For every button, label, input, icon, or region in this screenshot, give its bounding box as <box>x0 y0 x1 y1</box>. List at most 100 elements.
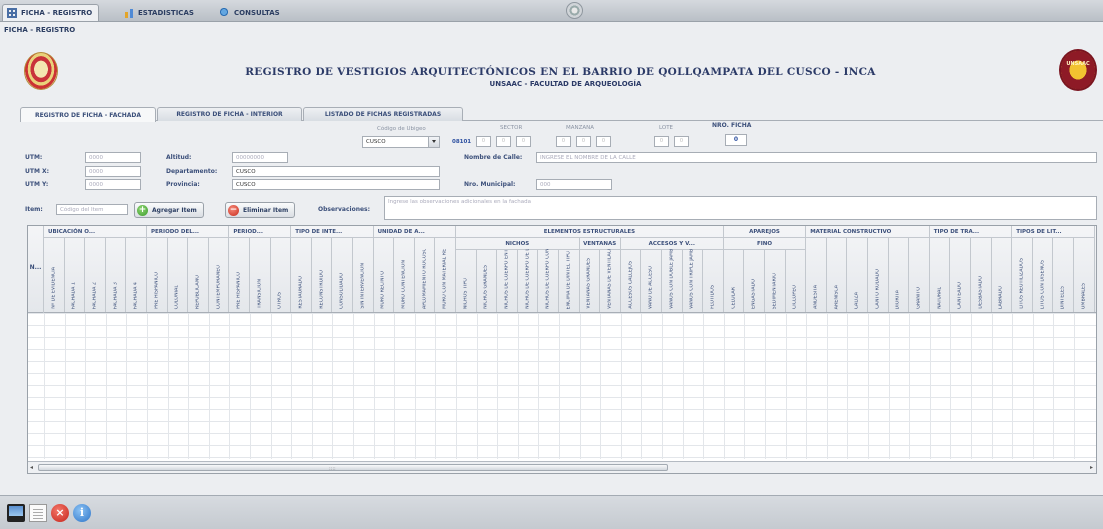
column-header[interactable]: ACCESOS CALLEJOS <box>621 250 642 312</box>
column-header[interactable]: FLOTIDOS <box>703 250 724 312</box>
column-header[interactable]: MURO CON MATERIAL REUTILIZADO <box>435 238 456 312</box>
scrollbar-thumb[interactable]: :::: <box>38 464 668 472</box>
column-header[interactable]: CELULAR <box>724 250 745 312</box>
column-header[interactable]: OTROS <box>271 238 292 312</box>
column-header[interactable]: VANO DE ACCESO <box>641 250 662 312</box>
column-header[interactable]: ENCIMA DE DINTEL TIPO <box>559 250 580 312</box>
sector-cell[interactable]: 0 <box>476 136 491 147</box>
top-tab-bar: FICHA - REGISTRO ESTADISTICAS CONSULTAS <box>0 0 1103 22</box>
tab-consultas[interactable]: CONSULTAS <box>216 4 286 21</box>
column-header[interactable]: MURO RECINTO <box>374 238 395 312</box>
column-header[interactable]: GRANITO <box>909 238 930 312</box>
tab-ficha-registro[interactable]: FICHA - REGISTRO <box>2 4 100 21</box>
scroll-right-icon[interactable]: ▸ <box>1090 464 1093 471</box>
provincia-field[interactable]: CUSCO <box>232 179 440 190</box>
column-header[interactable]: UMBRALES <box>1074 238 1095 312</box>
scroll-left-icon[interactable]: ◂ <box>30 464 33 471</box>
close-icon[interactable]: × <box>51 504 69 522</box>
column-header[interactable]: MURO CONTENCION <box>394 238 415 312</box>
monitor-icon[interactable] <box>7 504 25 522</box>
column-header[interactable]: LABRADO <box>992 238 1013 312</box>
altitud-field[interactable]: 00000000 <box>232 152 288 163</box>
column-header[interactable]: Nº DE EVIDENCIA <box>44 238 65 312</box>
column-header[interactable]: CONTEMPORANEO <box>209 238 230 312</box>
info-icon[interactable]: i <box>73 504 91 522</box>
column-divider <box>868 313 869 459</box>
tab-estadisticas[interactable]: ESTADISTICAS <box>120 4 200 21</box>
column-header[interactable]: VENTANAS DE VENTILACION <box>600 249 621 312</box>
column-header-label: CONTEMPORANEO <box>216 264 222 309</box>
manzana-cell[interactable]: 0 <box>576 136 591 147</box>
column-header[interactable]: CALIZA <box>847 238 868 312</box>
column-header[interactable]: DESBASTADO <box>971 238 992 312</box>
column-header[interactable]: REPUBLICANO <box>188 238 209 312</box>
column-header[interactable]: DIORITA <box>889 238 910 312</box>
column-header[interactable]: SIN INTERVENCION <box>353 238 374 312</box>
column-header[interactable]: NATURAL <box>930 238 951 312</box>
tab-ficha-fachada[interactable]: REGISTRO DE FICHA - FACHADA <box>20 107 156 122</box>
column-header-label: VENTANAS DE VENTILACION <box>607 249 613 309</box>
manzana-cell[interactable]: 0 <box>556 136 571 147</box>
municipal-field[interactable]: 000 <box>536 179 612 190</box>
column-header-label: OTROS <box>277 292 283 309</box>
column-header-label: ACCESOS CALLEJOS <box>628 261 634 309</box>
column-header[interactable]: DINTELES <box>1053 238 1074 312</box>
item-code-input[interactable]: Código del Item <box>56 204 128 215</box>
column-header[interactable]: RESTAURADO <box>291 238 312 312</box>
column-header[interactable]: LITOS REUTILIZADOS <box>1012 238 1033 312</box>
column-header-label: VANO DE ACCESO <box>648 265 654 309</box>
column-header[interactable]: SEDIMENTARIO <box>765 250 786 312</box>
add-item-button[interactable]: + Agregar Item <box>134 202 204 218</box>
column-header[interactable]: NICHOS DE CUERPO DE DOBLE <box>518 249 539 312</box>
utm-y-field[interactable]: 0000 <box>85 179 141 190</box>
tab-listado-fichas[interactable]: LISTADO DE FICHAS REGISTRADAS <box>303 107 463 121</box>
column-header[interactable]: CONSOLIDADO <box>332 238 353 312</box>
column-header[interactable]: PRE HISPANICO <box>229 238 250 312</box>
column-header[interactable]: PRE HISPANICO <box>147 238 168 312</box>
clipboard-icon[interactable] <box>29 504 47 522</box>
column-header[interactable]: TRANSICION <box>250 238 271 312</box>
vestigios-table[interactable]: N... UBICACIÓN O... PERIODO DEL... PERIOD.… <box>27 225 1097 474</box>
observaciones-field[interactable]: Ingrese las observaciones adicionales en… <box>384 196 1097 220</box>
lote-cell[interactable]: 0 <box>654 136 669 147</box>
column-header[interactable]: NICHOS TIPO <box>456 250 477 312</box>
column-header[interactable]: APLOMAMIENTO ROCOSO <box>415 238 436 312</box>
column-header[interactable]: FACHADA 4 <box>126 238 147 312</box>
remove-item-button[interactable]: − Eliminar Item <box>225 202 296 218</box>
department-select[interactable]: CUSCO <box>362 136 440 148</box>
column-header[interactable]: LITOS CON DISEÑOS <box>1033 238 1054 312</box>
tab-ficha-interior[interactable]: REGISTRO DE FICHA - INTERIOR <box>157 107 302 121</box>
column-divider <box>517 313 519 459</box>
column-header[interactable]: NICHOS GRANDES <box>477 250 498 312</box>
column-header-label: NICHOS GRANDES <box>483 265 489 309</box>
column-header[interactable]: FACHADA 1 <box>65 238 86 312</box>
column-header[interactable]: ARENISCA <box>827 238 848 312</box>
column-header[interactable]: FACHADA 2 <box>85 238 106 312</box>
utm-field[interactable]: 0000 <box>85 152 141 163</box>
departamento-field[interactable]: CUSCO <box>232 166 440 177</box>
column-header[interactable]: RECONSTRUIDO <box>312 238 333 312</box>
column-header[interactable]: CANTO RODADO <box>868 238 889 312</box>
column-header[interactable]: VANOS CON TRIPLE JAMBA <box>683 249 704 312</box>
column-header[interactable]: CANTEADO <box>950 238 971 312</box>
sector-cell[interactable]: 0 <box>516 136 531 147</box>
window-control-icon[interactable] <box>566 2 583 19</box>
column-header[interactable]: NICHOS DE CUERPO ENTERO <box>497 249 518 312</box>
utm-x-field[interactable]: 0000 <box>85 166 141 177</box>
column-header[interactable]: CICLOPEO <box>786 250 807 312</box>
column-header[interactable]: FACHADA 3 <box>106 238 127 312</box>
app-window: FICHA - REGISTRO ESTADISTICAS CONSULTAS … <box>0 0 1103 529</box>
column-divider <box>703 313 705 459</box>
horizontal-scrollbar[interactable]: ◂ :::: ▸ <box>28 461 1096 473</box>
column-header[interactable]: VANOS CON DOBLE JAMBA <box>662 249 683 312</box>
column-header[interactable]: ENGASTADO <box>744 250 765 312</box>
manzana-cell[interactable]: 0 <box>596 136 611 147</box>
column-header[interactable]: COLONIAL <box>168 238 189 312</box>
column-header[interactable]: VENTANAS GRANDES <box>580 250 601 312</box>
sector-cell[interactable]: 0 <box>496 136 511 147</box>
column-header[interactable]: ANDESITA <box>806 238 827 312</box>
calle-field[interactable]: INGRESE EL NOMBRE DE LA CALLE <box>536 152 1097 163</box>
lote-cell[interactable]: 0 <box>674 136 689 147</box>
column-header[interactable]: NICHOS DE CUERPO CON DESAGUE <box>538 249 559 312</box>
column-divider <box>250 313 251 459</box>
